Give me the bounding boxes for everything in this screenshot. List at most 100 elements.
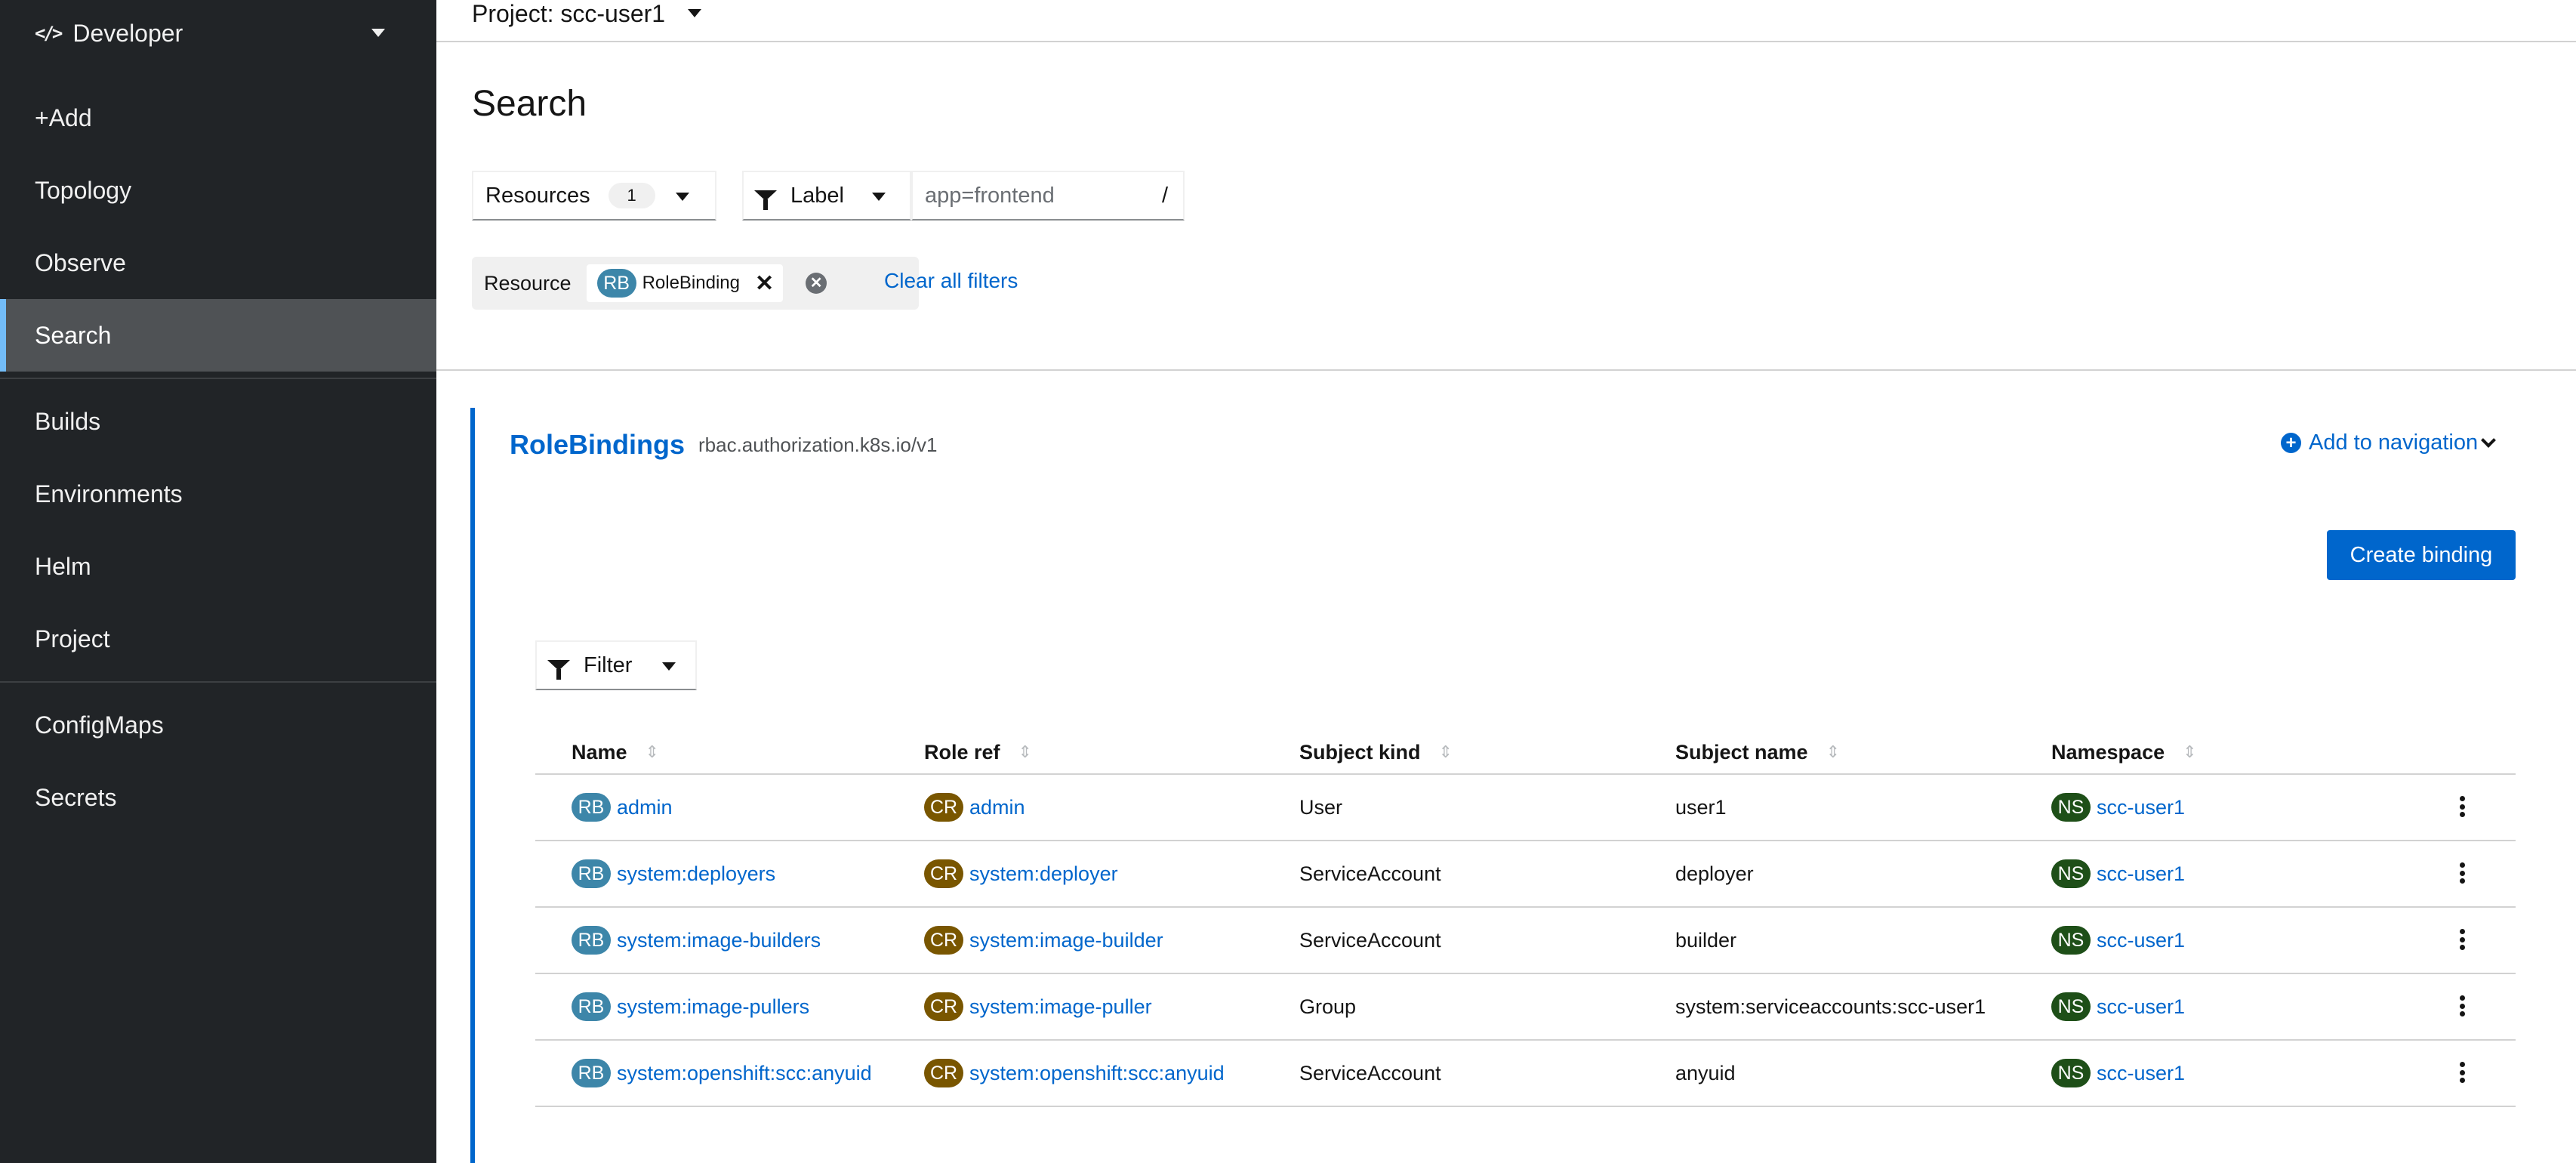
column-header-name[interactable]: Name ⇕ bbox=[572, 730, 659, 775]
cell-role-ref: CR admin bbox=[924, 775, 1025, 840]
kebab-menu-icon[interactable] bbox=[2459, 1057, 2465, 1087]
cell-role-ref: CR system:image-puller bbox=[924, 974, 1152, 1039]
sidebar-item-secrets[interactable]: Secrets bbox=[0, 761, 436, 834]
table-row: RB admin CR admin User user1 NS scc-user1 bbox=[535, 775, 2516, 841]
caret-down-icon bbox=[872, 193, 886, 201]
column-label: Subject kind bbox=[1299, 740, 1421, 764]
column-header-namespace[interactable]: Namespace ⇕ bbox=[2051, 730, 2197, 775]
cell-namespace: NS scc-user1 bbox=[2051, 841, 2185, 906]
kebab-menu-icon[interactable] bbox=[2459, 991, 2465, 1021]
perspective-switcher[interactable]: </> Developer bbox=[0, 0, 436, 66]
column-header-subject-kind[interactable]: Subject kind ⇕ bbox=[1299, 730, 1453, 775]
table-header: Name ⇕ Role ref ⇕ Subject kind ⇕ Subject na… bbox=[535, 730, 2516, 775]
sidebar-item-add[interactable]: +Add bbox=[0, 82, 436, 154]
sidebar-item-environments[interactable]: Environments bbox=[0, 458, 436, 530]
sidebar-item-label: Environments bbox=[35, 480, 183, 507]
rolebinding-badge: RB bbox=[572, 859, 611, 888]
section-title[interactable]: RoleBindings bbox=[510, 429, 685, 461]
rolebinding-link[interactable]: system:image-pullers bbox=[617, 995, 809, 1019]
sidebar-item-search[interactable]: Search bbox=[0, 299, 436, 372]
sidebar: </> Developer +Add Topology Observe Sear… bbox=[0, 0, 436, 1163]
namespace-badge: NS bbox=[2051, 1059, 2091, 1087]
role-ref-link[interactable]: system:deployer bbox=[969, 862, 1118, 886]
sort-icon: ⇕ bbox=[1438, 742, 1453, 761]
remove-chip-icon[interactable]: ✕ bbox=[755, 270, 774, 297]
sidebar-item-label: Search bbox=[35, 321, 112, 349]
kebab-menu-icon[interactable] bbox=[2459, 858, 2465, 888]
rolebinding-link[interactable]: system:deployers bbox=[617, 862, 775, 886]
clusterrole-badge: CR bbox=[924, 1059, 963, 1087]
chevron-down-icon[interactable] bbox=[2481, 433, 2496, 448]
cell-subject-name: system:serviceaccounts:scc-user1 bbox=[1675, 995, 1986, 1018]
sidebar-item-helm[interactable]: Helm bbox=[0, 530, 436, 603]
namespace-badge: NS bbox=[2051, 793, 2091, 822]
clear-group-icon[interactable]: ✕ bbox=[806, 273, 827, 294]
rolebindings-section: RoleBindings rbac.authorization.k8s.io/v… bbox=[470, 408, 2576, 1163]
sidebar-item-label: Observe bbox=[35, 248, 126, 276]
section-divider bbox=[436, 369, 2576, 371]
cell-subject-name: deployer bbox=[1675, 862, 1754, 885]
namespace-link[interactable]: scc-user1 bbox=[2097, 1062, 2185, 1085]
filter-label: Filter bbox=[584, 652, 633, 677]
project-selector[interactable]: Project: scc-user1 bbox=[472, 0, 702, 28]
sidebar-item-label: Topology bbox=[35, 176, 132, 204]
sidebar-item-builds[interactable]: Builds bbox=[0, 385, 436, 458]
resource-badge: RB bbox=[596, 269, 636, 298]
add-to-navigation-button[interactable]: + Add to navigation bbox=[2281, 430, 2478, 455]
kebab-menu-icon[interactable] bbox=[2459, 791, 2465, 822]
table-row: RB system:openshift:scc:anyuid CR system:op… bbox=[535, 1041, 2516, 1107]
rolebinding-link[interactable]: system:image-builders bbox=[617, 929, 821, 952]
cell-namespace: NS scc-user1 bbox=[2051, 908, 2185, 973]
column-header-subject-name[interactable]: Subject name ⇕ bbox=[1675, 730, 1840, 775]
namespace-link[interactable]: scc-user1 bbox=[2097, 796, 2185, 819]
clusterrole-badge: CR bbox=[924, 926, 963, 955]
rolebindings-table: Name ⇕ Role ref ⇕ Subject kind ⇕ Subject na… bbox=[535, 730, 2516, 1107]
cell-name: RB system:deployers bbox=[572, 841, 775, 906]
chip-category-label: Resource bbox=[484, 271, 572, 295]
cell-subject-kind: ServiceAccount bbox=[1299, 928, 1441, 952]
cell-namespace: NS scc-user1 bbox=[2051, 1041, 2185, 1106]
clear-all-filters-link[interactable]: Clear all filters bbox=[884, 269, 1018, 293]
label-dropdown-label: Label bbox=[790, 183, 844, 208]
role-ref-link[interactable]: system:image-puller bbox=[969, 995, 1152, 1019]
resources-label: Resources bbox=[485, 183, 590, 208]
cell-subject-name: anyuid bbox=[1675, 1061, 1736, 1084]
column-header-role-ref[interactable]: Role ref ⇕ bbox=[924, 730, 1032, 775]
resources-count-badge: 1 bbox=[608, 183, 655, 208]
clusterrole-badge: CR bbox=[924, 793, 963, 822]
perspective-label: Developer bbox=[72, 19, 183, 47]
sidebar-item-project[interactable]: Project bbox=[0, 603, 436, 675]
cell-role-ref: CR system:deployer bbox=[924, 841, 1118, 906]
rolebinding-link[interactable]: admin bbox=[617, 796, 673, 819]
role-ref-link[interactable]: admin bbox=[969, 796, 1025, 819]
table-row: RB system:deployers CR system:deployer Servi… bbox=[535, 841, 2516, 908]
namespace-link[interactable]: scc-user1 bbox=[2097, 929, 2185, 952]
label-search-input[interactable]: app=frontend / bbox=[911, 171, 1185, 221]
resources-dropdown[interactable]: Resources 1 bbox=[472, 171, 716, 221]
cell-role-ref: CR system:openshift:scc:anyuid bbox=[924, 1041, 1225, 1106]
namespace-badge: NS bbox=[2051, 992, 2091, 1021]
sidebar-item-label: Project bbox=[35, 625, 110, 652]
role-ref-link[interactable]: system:openshift:scc:anyuid bbox=[969, 1062, 1225, 1085]
sidebar-item-configmaps[interactable]: ConfigMaps bbox=[0, 689, 436, 761]
rolebinding-badge: RB bbox=[572, 992, 611, 1021]
sort-icon: ⇕ bbox=[2183, 742, 2197, 761]
search-toolbar: Resources 1 Label app=frontend / bbox=[472, 171, 1185, 221]
cell-name: RB admin bbox=[572, 775, 673, 840]
kebab-menu-icon[interactable] bbox=[2459, 924, 2465, 955]
sidebar-item-label: Helm bbox=[35, 552, 91, 580]
rolebinding-link[interactable]: system:openshift:scc:anyuid bbox=[617, 1062, 872, 1085]
filter-dropdown[interactable]: Filter bbox=[535, 640, 697, 690]
code-icon: </> bbox=[35, 23, 63, 44]
role-ref-link[interactable]: system:image-builder bbox=[969, 929, 1163, 952]
create-binding-button[interactable]: Create binding bbox=[2327, 530, 2516, 580]
sidebar-item-topology[interactable]: Topology bbox=[0, 154, 436, 227]
filter-icon bbox=[547, 660, 570, 680]
sidebar-item-observe[interactable]: Observe bbox=[0, 227, 436, 299]
label-dropdown[interactable]: Label bbox=[742, 171, 911, 221]
cell-subject-kind: ServiceAccount bbox=[1299, 862, 1441, 885]
namespace-link[interactable]: scc-user1 bbox=[2097, 995, 2185, 1019]
clusterrole-badge: CR bbox=[924, 859, 963, 888]
column-label: Subject name bbox=[1675, 740, 1808, 764]
namespace-link[interactable]: scc-user1 bbox=[2097, 862, 2185, 886]
